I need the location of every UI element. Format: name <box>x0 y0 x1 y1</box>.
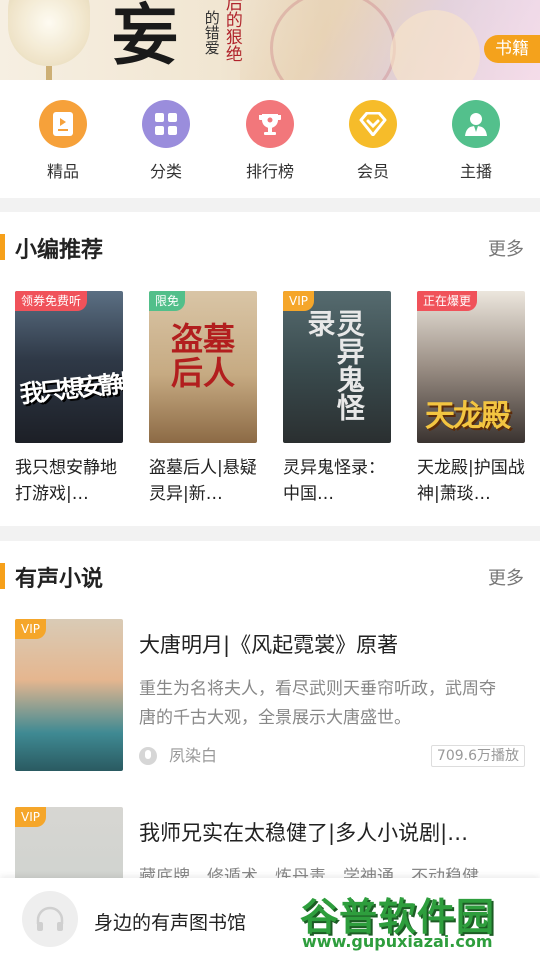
book-title[interactable]: 灵异鬼怪录：中国… <box>283 455 391 507</box>
more-link[interactable]: 更多 <box>488 235 524 261</box>
watermark-url: www.gupuxiazai.com <box>302 932 493 951</box>
section-header: 有声小说 更多 <box>0 541 540 611</box>
book-cover[interactable]: 我只想安静地打游戏 领券免费听 <box>15 291 123 443</box>
book-card[interactable]: 盗墓后人 限免 盗墓后人|悬疑灵异|新… <box>149 291 257 507</box>
category-nav: 精品 分类 排行榜 会员 主播 <box>0 80 540 198</box>
category-label: 分类 <box>149 162 182 181</box>
top-banner[interactable]: 妄 后的狠绝 的错爱 书籍 <box>0 0 540 80</box>
audio-author: 夙染白 <box>139 745 217 767</box>
microphone-icon <box>139 747 157 765</box>
book-card[interactable]: 灵异鬼怪录 VIP 灵异鬼怪录：中国… <box>283 291 391 507</box>
book-tag: VIP <box>283 291 314 311</box>
book-cover[interactable]: 天龙殿 正在爆更 <box>417 291 525 443</box>
banner-vertical-text: 后的狠绝 <box>221 0 242 62</box>
category-boutique[interactable]: 精品 <box>18 100 108 182</box>
player-title: 身边的有声图书馆 <box>94 912 247 934</box>
book-tag: 正在爆更 <box>417 291 478 311</box>
category-classify[interactable]: 分类 <box>121 100 211 182</box>
category-anchor[interactable]: 主播 <box>431 100 521 182</box>
grid-icon <box>142 100 190 148</box>
more-link[interactable]: 更多 <box>488 564 524 590</box>
banner-book-badge[interactable]: 书籍 <box>484 35 540 63</box>
book-title[interactable]: 我只想安静地打游戏|… <box>15 455 123 507</box>
person-icon <box>452 100 500 148</box>
site-watermark: 谷普软件园 www.gupuxiazai.com <box>296 886 540 956</box>
book-cover[interactable]: 灵异鬼怪录 VIP <box>283 291 391 443</box>
category-label: 排行榜 <box>245 162 294 181</box>
section-title: 有声小说 <box>15 567 104 592</box>
diamond-icon <box>349 100 397 148</box>
vip-tag: VIP <box>15 807 46 827</box>
headphones-icon[interactable] <box>22 891 78 947</box>
book-card[interactable]: 天龙殿 正在爆更 天龙殿|护国战神|萧琰… <box>417 291 525 507</box>
cover-title-art: 我只想安静地打游戏 <box>18 360 123 409</box>
book-icon <box>39 100 87 148</box>
book-card[interactable]: 我只想安静地打游戏 领券免费听 我只想安静地打游戏|… <box>15 291 123 507</box>
cover-title-art: 天龙殿 <box>425 399 511 434</box>
lantern-decoration <box>8 0 90 80</box>
vip-tag: VIP <box>15 619 46 639</box>
book-title[interactable]: 天龙殿|护国战神|萧琰… <box>417 455 525 507</box>
audio-cover[interactable]: VIP <box>15 619 123 771</box>
editor-picks-section: 小编推荐 更多 我只想安静地打游戏 领券免费听 我只想安静地打游戏|… 盗墓后人… <box>0 212 540 526</box>
book-cover[interactable]: 盗墓后人 限免 <box>149 291 257 443</box>
cover-title-art: 盗墓后人 <box>171 320 236 392</box>
category-label: 会员 <box>356 162 389 181</box>
section-header: 小编推荐 更多 <box>0 212 540 282</box>
cover-title-art: 灵异鬼怪录 <box>303 309 366 421</box>
banner-vertical-text-2: 的错爱 <box>202 10 221 55</box>
book-title[interactable]: 盗墓后人|悬疑灵异|新… <box>149 455 257 507</box>
audio-description: 重生为名将夫人，看尽武则天垂帘听政，武周夺唐的千古大观，全景展示大唐盛世。 <box>139 679 496 728</box>
author-name: 夙染白 <box>169 746 218 765</box>
category-vip[interactable]: 会员 <box>328 100 418 182</box>
play-count-badge: 709.6万播放 <box>430 745 525 767</box>
book-tag: 领券免费听 <box>15 291 88 311</box>
audio-title[interactable]: 大唐明月|《风起霓裳》原著 <box>139 629 525 659</box>
section-accent-bar <box>0 234 5 260</box>
trophy-icon <box>246 100 294 148</box>
audio-title[interactable]: 我师兄实在太稳健了|多人小说剧|… <box>139 817 525 847</box>
category-label: 精品 <box>46 162 79 181</box>
section-title: 小编推荐 <box>15 238 104 263</box>
book-tag: 限免 <box>149 291 186 311</box>
category-label: 主播 <box>459 162 492 181</box>
category-ranking[interactable]: 排行榜 <box>225 100 315 182</box>
banner-calligraphy: 妄 <box>112 0 178 74</box>
section-accent-bar <box>0 563 5 589</box>
